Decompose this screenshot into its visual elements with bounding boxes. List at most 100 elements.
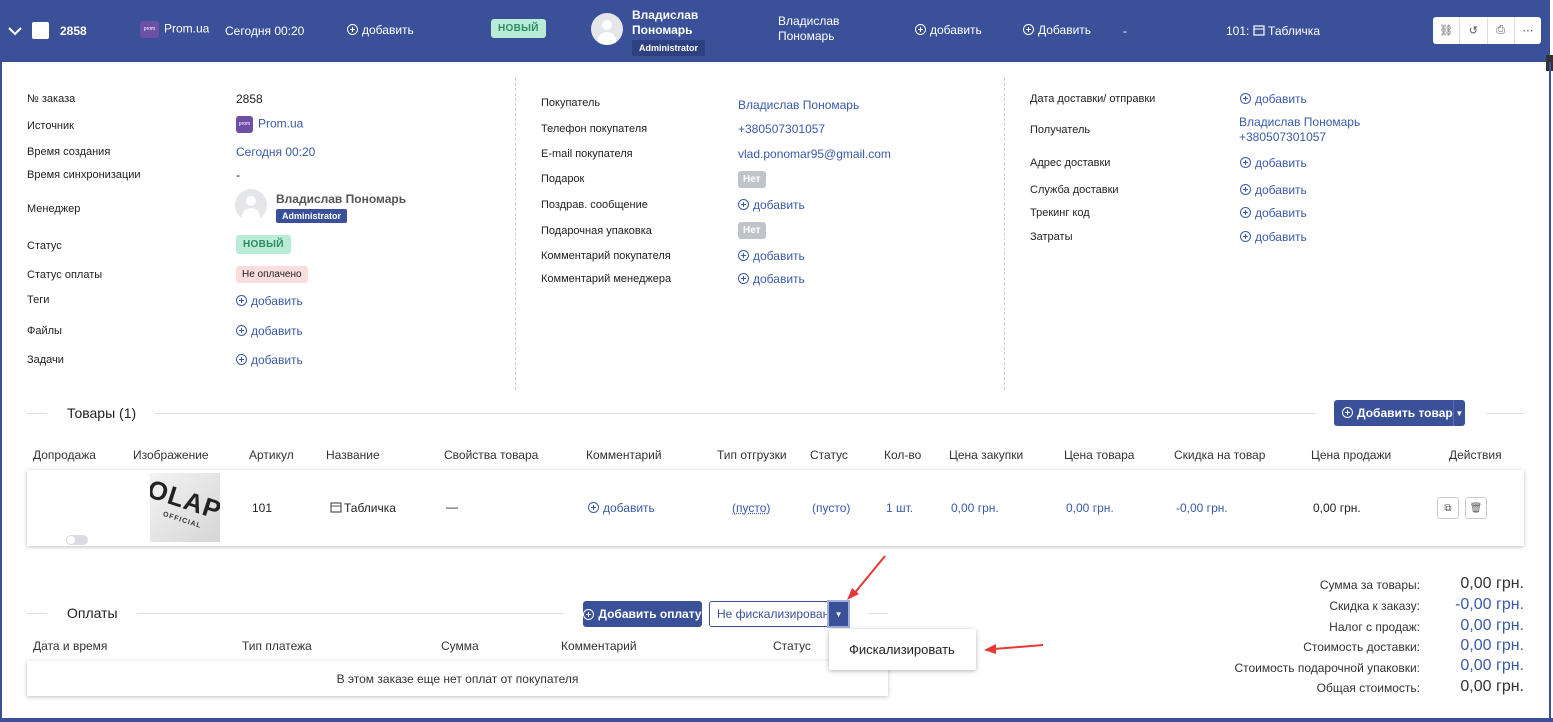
total-goods-label: Сумма за товары: xyxy=(1319,578,1420,592)
header-buyer-name[interactable]: Владислав Пономарь xyxy=(778,14,839,44)
add-circle-icon xyxy=(1240,157,1251,168)
link-icon[interactable]: ⛓ xyxy=(1433,17,1461,44)
address-label: Адрес доставки xyxy=(1030,157,1111,169)
add-circle-icon xyxy=(236,325,247,336)
tags-label: Теги xyxy=(27,294,50,306)
add-circle-icon xyxy=(738,250,749,261)
manager-name[interactable]: Владислав Пономарь xyxy=(276,192,406,206)
recipient-value[interactable]: Владислав Пономарь +380507301057 xyxy=(1239,115,1360,145)
wrap-cost-value[interactable]: 0,00 грн. xyxy=(1460,657,1524,675)
status-badge[interactable]: НОВЫЙ xyxy=(236,235,291,254)
add-circle-icon xyxy=(915,24,926,35)
greeting-add-link[interactable]: добавить xyxy=(738,198,805,212)
greeting-label: Поздрав. сообщение xyxy=(541,199,648,211)
prom-logo-icon: prom xyxy=(140,21,159,38)
recipient-label: Получатель xyxy=(1030,124,1091,136)
pay-status-badge[interactable]: Не оплачено xyxy=(236,266,308,283)
tracking-add-link[interactable]: добавить xyxy=(1240,206,1307,220)
status-label: Статус xyxy=(27,240,62,252)
costs-add-link[interactable]: добавить xyxy=(1240,230,1307,244)
add-circle-icon xyxy=(236,354,247,365)
buyer-value[interactable]: Владислав Пономарь xyxy=(738,98,859,112)
buyer-comment-add-link[interactable]: добавить xyxy=(738,249,805,263)
col-props: Свойства товара xyxy=(444,448,539,462)
tags-add-link[interactable]: добавить xyxy=(236,294,303,308)
tasks-label: Задачи xyxy=(27,354,64,366)
order-total-value: 0,00 грн. xyxy=(1460,678,1524,695)
product-qty[interactable]: 1 шт. xyxy=(886,501,913,515)
avatar xyxy=(235,189,267,221)
product-status[interactable]: (пусто) xyxy=(812,501,850,515)
add-product-button[interactable]: Добавить товар ▼ xyxy=(1334,400,1465,426)
col-pay-date: Дата и время xyxy=(33,639,108,653)
delivery-cost-label: Стоимость доставки: xyxy=(1303,640,1420,654)
header-manager-name: Владислав Пономарь xyxy=(632,8,699,37)
gift-toggle[interactable]: Нет xyxy=(738,171,766,188)
fiscalize-menu-item[interactable]: Фискализировать xyxy=(829,629,976,670)
manager-comment-add-link[interactable]: добавить xyxy=(738,272,805,286)
col-price: Цена товара xyxy=(1064,448,1135,462)
status-badge[interactable]: НОВЫЙ xyxy=(491,19,546,38)
header-product[interactable]: 101: Табличка xyxy=(1226,24,1320,38)
page-border xyxy=(0,62,2,722)
product-discount[interactable]: -0,00 грн. xyxy=(1176,501,1228,515)
col-pay-sum: Сумма xyxy=(441,639,479,653)
product-purchase-price[interactable]: 0,00 грн. xyxy=(951,501,999,515)
tasks-add-link[interactable]: добавить xyxy=(236,353,303,367)
select-order-checkbox[interactable] xyxy=(32,22,49,39)
manager-label: Менеджер xyxy=(27,203,81,215)
col-upsell: Допродажа xyxy=(33,448,96,462)
more-icon[interactable]: ⋯ xyxy=(1515,17,1541,44)
add-circle-icon xyxy=(738,273,749,284)
payments-empty-row: В этом заказе еще нет оплат от покупател… xyxy=(27,661,888,696)
header-add-link-1[interactable]: добавить xyxy=(347,23,414,37)
col-ship-type: Тип отгрузки xyxy=(717,448,787,462)
header-actions: ⛓ ↺ ⎙ ⋯ xyxy=(1433,17,1541,44)
fiscal-status-dropdown[interactable]: Не фискализирован ▼ xyxy=(709,601,849,627)
product-ship-type[interactable]: (пусто) xyxy=(732,501,770,515)
col-qty: Кол-во xyxy=(884,448,922,462)
col-pay-status: Статус xyxy=(773,639,811,653)
product-price[interactable]: 0,00 грн. xyxy=(1066,501,1114,515)
source-value[interactable]: prom Prom.ua xyxy=(236,116,303,133)
email-value[interactable]: vlad.ponomar95@gmail.com xyxy=(738,147,891,161)
trash-icon[interactable]: 🗑 xyxy=(1465,497,1487,519)
buyer-label: Покупатель xyxy=(541,97,601,109)
upsell-toggle[interactable] xyxy=(66,535,88,545)
section-divider xyxy=(869,613,888,614)
add-circle-icon xyxy=(1342,407,1353,418)
delivery-date-label: Дата доставки/ отправки xyxy=(1030,93,1156,105)
delivery-cost-value[interactable]: 0,00 грн. xyxy=(1460,637,1524,655)
chevron-down-icon[interactable] xyxy=(6,22,24,40)
product-name[interactable]: Табличка xyxy=(330,501,396,515)
history-icon[interactable]: ↺ xyxy=(1460,17,1488,44)
product-sku: 101 xyxy=(252,501,273,515)
add-payment-button[interactable]: Добавить оплату xyxy=(583,601,702,627)
created-value[interactable]: Сегодня 00:20 xyxy=(236,145,315,159)
delivery-date-add-link[interactable]: добавить xyxy=(1240,92,1307,106)
caret-down-icon[interactable]: ▼ xyxy=(829,602,848,626)
files-add-link[interactable]: добавить xyxy=(236,324,303,338)
wrap-cost-label: Стоимость подарочной упаковки: xyxy=(1234,661,1420,675)
product-comment-add-link[interactable]: добавить xyxy=(588,501,655,515)
section-divider xyxy=(27,613,47,614)
order-no-label: № заказа xyxy=(27,93,76,105)
header-add-link-3[interactable]: Добавить xyxy=(1023,23,1091,37)
annotation-arrow-icon xyxy=(984,644,1044,654)
header-add-link-2[interactable]: добавить xyxy=(915,23,982,37)
add-circle-icon xyxy=(1240,207,1251,218)
sales-tax-value[interactable]: 0,00 грн. xyxy=(1460,617,1524,635)
address-add-link[interactable]: добавить xyxy=(1240,156,1307,170)
print-icon[interactable]: ⎙ xyxy=(1488,17,1515,44)
phone-value[interactable]: +380507301057 xyxy=(738,122,825,136)
product-image[interactable]: OLAPL OFFICIAL xyxy=(150,473,220,542)
order-source[interactable]: prom Prom.ua xyxy=(140,21,209,38)
wrap-toggle[interactable]: Нет xyxy=(738,222,766,239)
order-discount-value[interactable]: -0,00 грн. xyxy=(1455,596,1524,614)
column-divider xyxy=(1004,78,1005,390)
service-add-link[interactable]: добавить xyxy=(1240,183,1307,197)
column-divider xyxy=(515,78,516,390)
caret-down-icon[interactable]: ▼ xyxy=(1452,400,1465,426)
copy-icon[interactable]: ⧉ xyxy=(1437,497,1459,519)
col-status: Статус xyxy=(810,448,848,462)
